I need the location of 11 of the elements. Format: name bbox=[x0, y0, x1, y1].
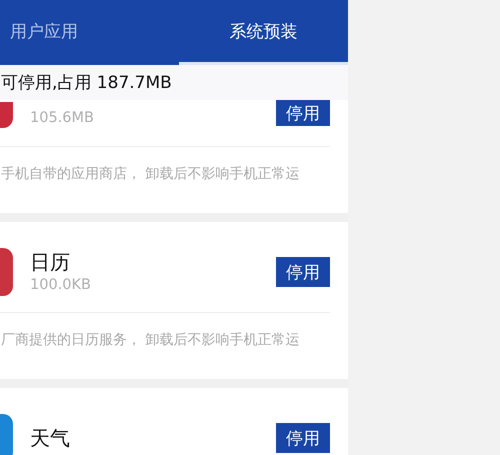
disable-button[interactable]: 停用 bbox=[276, 257, 330, 287]
storage-summary: 可停用,占用 187.7MB bbox=[1, 72, 172, 94]
disable-button[interactable]: 停用 bbox=[276, 423, 330, 453]
app-size: 105.6MB bbox=[30, 109, 95, 128]
app-size: 100.0KB bbox=[30, 276, 92, 295]
app-description: 手机自带的应用商店， 卸载后不影响手机正常运 bbox=[1, 165, 301, 183]
app-name: 天气 bbox=[30, 425, 71, 451]
app-description: 厂商提供的日历服务， 卸载后不影响手机正常运 bbox=[1, 331, 301, 349]
tab[interactable]: 用户应用 bbox=[0, 0, 179, 65]
disable-button[interactable]: 停用 bbox=[276, 100, 330, 126]
app-name: 日历 bbox=[30, 249, 71, 275]
